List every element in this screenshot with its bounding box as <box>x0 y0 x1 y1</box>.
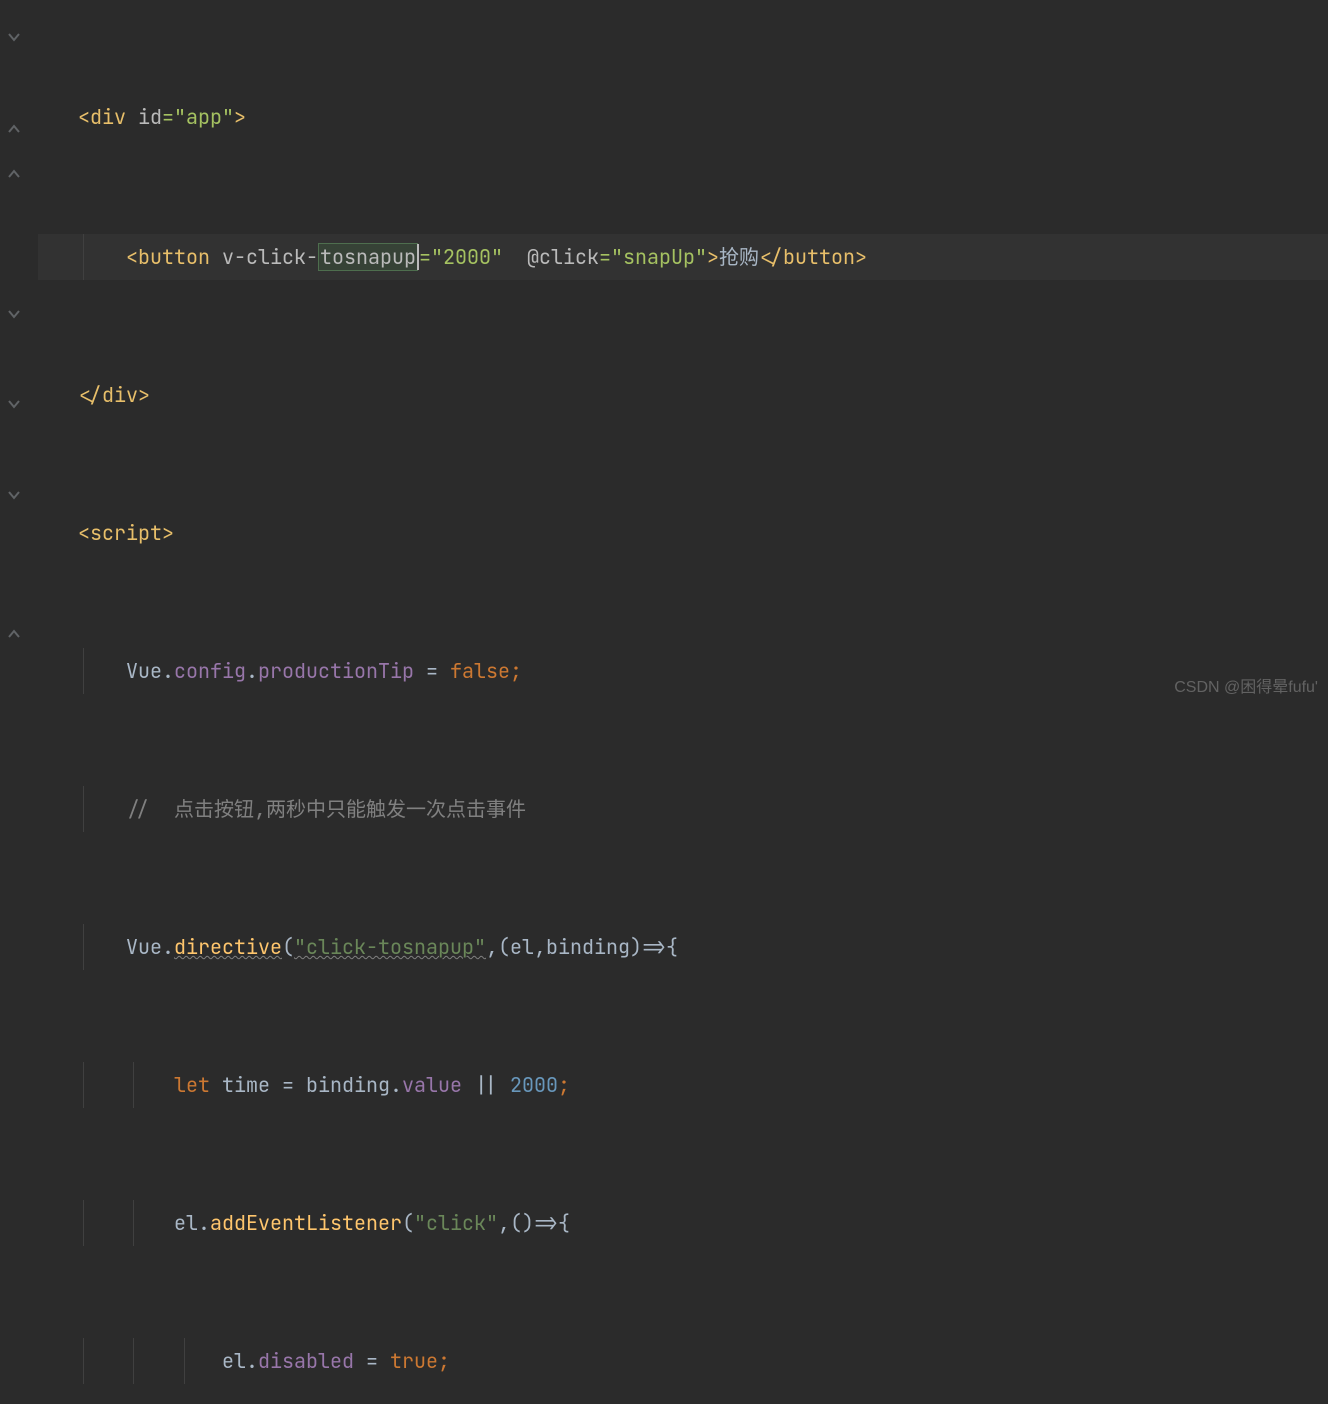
selected-text: tosnapup <box>318 243 418 271</box>
watermark: CSDN @困得晕fufu' <box>1174 680 1318 696</box>
code-line[interactable]: let time = binding.value || 2000; <box>38 1062 1328 1108</box>
code-line[interactable]: Vue.directive("click-tosnapup",(el,bindi… <box>38 924 1328 970</box>
fold-icon[interactable] <box>5 305 23 323</box>
fold-close-icon[interactable] <box>5 625 23 643</box>
code-line-active[interactable]: <button v-click-tosnapup="2000" @click="… <box>38 234 1328 280</box>
fold-icon[interactable] <box>5 28 23 46</box>
code-line[interactable]: Vue.config.productionTip = false; <box>38 648 1328 694</box>
gutter <box>0 0 34 702</box>
code-line[interactable]: el.addEventListener("click",()=>{ <box>38 1200 1328 1246</box>
fold-icon[interactable] <box>5 395 23 413</box>
fold-close-icon[interactable] <box>5 165 23 183</box>
code-line[interactable]: <script> <box>38 510 1328 556</box>
code-line[interactable]: <div id="app"> <box>38 92 1328 142</box>
fold-icon[interactable] <box>5 486 23 504</box>
code-line[interactable]: // 点击按钮,两秒中只能触发一次点击事件 <box>38 786 1328 832</box>
fold-close-icon[interactable] <box>5 120 23 138</box>
code-editor[interactable]: <div id="app"> <button v-click-tosnapup=… <box>34 0 1328 1404</box>
code-line[interactable]: </div> <box>38 372 1328 418</box>
code-line[interactable]: el.disabled = true; <box>38 1338 1328 1384</box>
